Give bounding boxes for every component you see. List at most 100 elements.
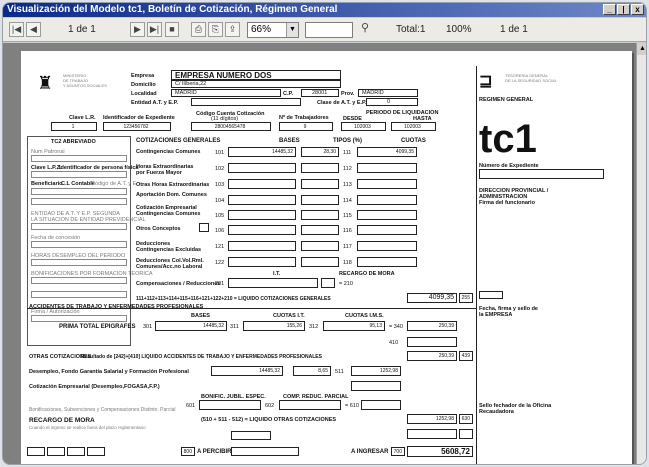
field-512	[351, 381, 401, 391]
cuota-510: 1252,98	[351, 366, 401, 376]
code-box-2	[47, 447, 65, 456]
label-tc2: TC2 ABREVIADO	[51, 139, 96, 145]
last-page-button[interactable]: ▶|	[147, 22, 162, 37]
label-a-ingresar: A INGRESAR	[351, 449, 389, 455]
regimen-label: REGIMEN GENERAL	[479, 97, 534, 103]
close-button[interactable]: x	[631, 4, 644, 15]
concept-5: Cotización Empresarial Contingencias Com…	[136, 205, 201, 217]
print-button[interactable]: ⎙	[191, 22, 206, 37]
base-101: 14485,32	[228, 147, 296, 157]
left-field-10	[31, 315, 127, 322]
code-122: 122	[215, 260, 225, 266]
code-115: 115	[343, 213, 352, 219]
first-page-icon: |◀	[11, 24, 22, 34]
left-panel-line-4: Beneficiario	[31, 181, 63, 187]
empresa-box	[479, 291, 503, 299]
cuota-ims: 95,13	[323, 321, 385, 331]
zoom-value: 66%	[251, 24, 272, 35]
vertical-scrollbar[interactable]: ▲	[636, 43, 646, 464]
field-prov: MADRID	[358, 89, 418, 97]
concept-1: Contingencias Comunes	[136, 149, 201, 155]
tc1-form-page: ♜ MINISTERIO DE TRABAJO Y ASUNTOS SOCIAL…	[21, 51, 632, 464]
code-102: 102	[215, 166, 225, 172]
total-label: Total:1	[396, 24, 426, 35]
stop-button[interactable]: ■	[165, 22, 179, 37]
header-accidentes: ACCIDENTES DE TRABAJO Y ENFERMEDADES PRO…	[29, 304, 204, 310]
export-button[interactable]: ⇪	[225, 22, 240, 37]
label-prov: Prov.	[341, 91, 355, 97]
concept-3: Otras Horas Extraordinarias	[136, 182, 210, 188]
printer-icon: ⎙	[194, 24, 203, 34]
code-106: 106	[215, 228, 225, 234]
label-a-percibir: A PERCIBIR	[197, 449, 232, 455]
field-201b	[321, 278, 335, 288]
value-cp: 28001	[312, 90, 328, 96]
search-input[interactable]	[305, 22, 353, 38]
code-box-3	[67, 447, 85, 456]
base-102	[228, 163, 296, 173]
code-117: 117	[343, 244, 352, 250]
code-113: 113	[343, 182, 352, 188]
code-103: 103	[215, 182, 225, 188]
first-page-button[interactable]: |◀	[9, 22, 24, 37]
prev-page-button[interactable]: ◀	[26, 22, 41, 37]
code-105: 105	[215, 213, 225, 219]
direccion-line-3: Firma del funcionario	[479, 200, 535, 206]
label-bonificaciones: Bonificaciones, Subvenciones y Compensac…	[29, 407, 176, 413]
field-desde: 102003	[341, 122, 386, 131]
tipo-101: 28,30	[301, 147, 339, 157]
export-icon: ⇪	[228, 24, 237, 34]
coat-of-arms-icon: ♜	[37, 73, 54, 93]
scroll-up-icon[interactable]: ▲	[637, 43, 646, 55]
label-recargo-sub: Cuando el ingreso se realice fuera del p…	[29, 425, 146, 430]
field-601	[199, 400, 261, 410]
next-page-button[interactable]: ▶	[130, 22, 145, 37]
code-116: 116	[343, 228, 352, 234]
print-setup-icon: ⎘	[211, 24, 220, 34]
base-122	[228, 257, 296, 267]
code-101: 101	[215, 150, 225, 156]
code-104: 104	[215, 198, 225, 204]
header-cuotas: CUOTAS	[401, 138, 426, 144]
report-toolbar: |◀ ◀ 1 de 1 ▶ ▶| ■ ⎙ ⎘ ⇪ 66% ▼ ⚲ Total:1…	[3, 18, 646, 42]
base-103	[228, 179, 296, 189]
value-localidad: MADRID	[175, 90, 197, 96]
last-page-icon: ▶|	[149, 24, 160, 34]
code-601: 601	[186, 403, 196, 409]
otras-total: 250,39	[407, 351, 457, 361]
search-button[interactable]: ⚲	[357, 22, 373, 37]
code-312: 312	[309, 324, 319, 330]
sello-oficina: Sello fechador de la Oficina Recaudadora	[479, 403, 551, 415]
page-counter: 1 de 1	[68, 24, 96, 35]
label-otras-sub: Resultado de [242]+[410] LIQUIDO ACCIDEN…	[81, 354, 322, 360]
left-field-9	[31, 291, 127, 298]
code-210: = 210	[339, 281, 353, 287]
code-111: 111	[343, 150, 352, 156]
page-counter-right: 1 de 1	[500, 24, 528, 35]
field-domicilio: C/ Ilíberia,22	[171, 80, 341, 88]
chevron-down-icon: ▼	[286, 23, 298, 37]
zoom-select[interactable]: 66% ▼	[247, 22, 299, 38]
tgss-block: TESORERIA GENERAL DE LA SEGURIDAD SOCIAL	[505, 73, 557, 83]
cuota-it: 155,26	[243, 321, 305, 331]
tgss-line-2: DE LA SEGURIDAD SOCIAL	[505, 78, 558, 83]
cuota-111: 4099,35	[357, 147, 417, 157]
cuota-118	[357, 257, 417, 267]
total-acc: 250,39	[407, 321, 457, 331]
recargo-code	[459, 429, 473, 439]
report-viewer[interactable]: ♜ MINISTERIO DE TRABAJO Y ASUNTOS SOCIAL…	[3, 43, 636, 464]
tgss-logo-icon: ⊒	[479, 73, 493, 90]
minimize-button[interactable]: _	[603, 4, 616, 15]
restore-button[interactable]: |	[617, 4, 630, 15]
field-clave-lr: 1	[51, 122, 97, 131]
recargo-total	[407, 429, 457, 439]
value-prov: MADRID	[362, 90, 384, 96]
value-clase-at: 0	[387, 99, 391, 105]
left-field-1	[31, 155, 127, 162]
header-cuotas-ims: CUOTAS I.M.S.	[345, 313, 384, 319]
field-ccc: 28004565478	[191, 122, 271, 131]
label-domicilio: Domicilio	[131, 82, 156, 88]
print-setup-button[interactable]: ⎘	[208, 22, 223, 37]
label-localidad: Localidad	[131, 91, 157, 97]
label-clase-at: Clase de A.T. y E.P.	[317, 100, 367, 106]
